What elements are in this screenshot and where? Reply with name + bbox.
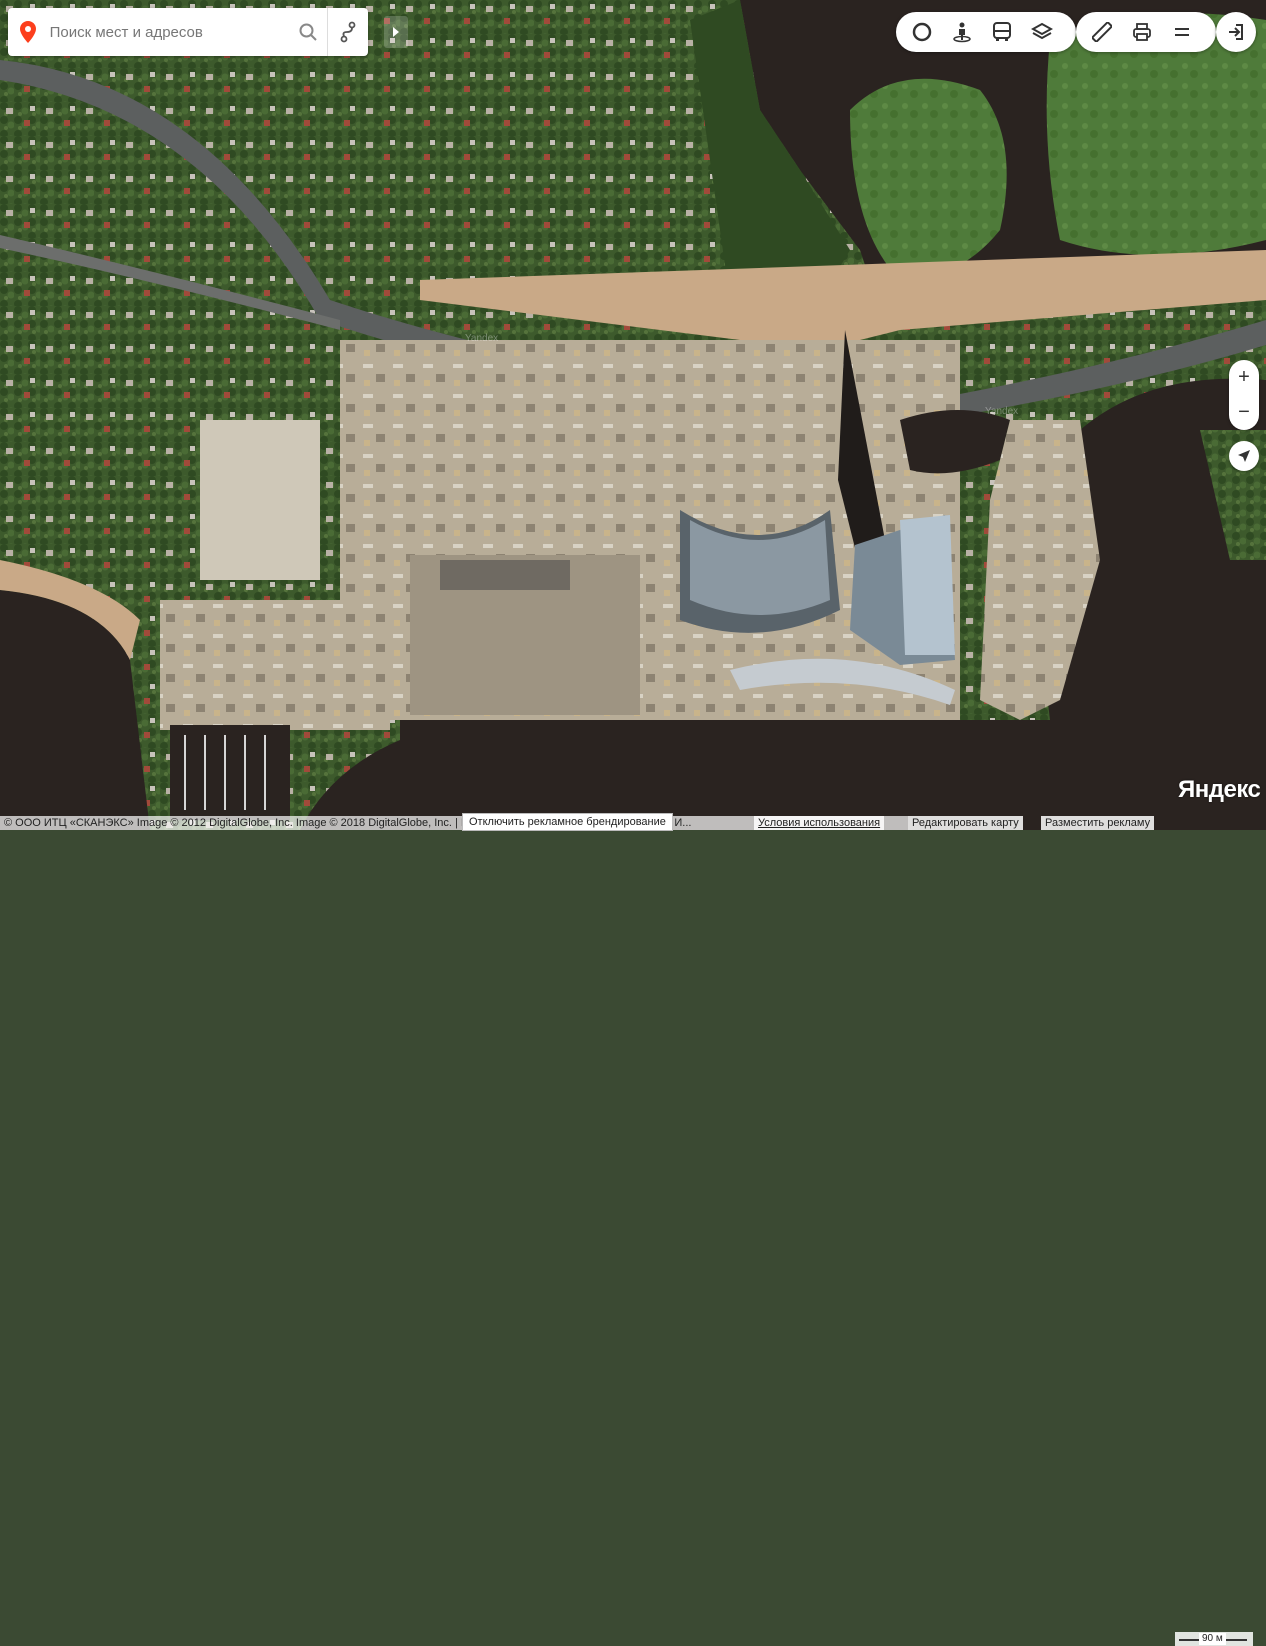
zoom-control: + −: [1229, 360, 1259, 430]
tools-toolbar: [1076, 12, 1216, 52]
geolocation-arrow-icon: [1238, 450, 1250, 462]
disable-branding-button[interactable]: Отключить рекламное брендирование: [462, 813, 673, 831]
menu-icon[interactable]: [1162, 12, 1202, 52]
route-icon[interactable]: [327, 8, 368, 56]
map-watermark: Yandex: [465, 333, 499, 344]
search-icon[interactable]: [288, 8, 328, 56]
edit-map-link[interactable]: Редактировать карту: [908, 816, 1023, 830]
map-layers-toolbar: [896, 12, 1076, 52]
search-input[interactable]: [47, 22, 270, 42]
panorama-person-icon[interactable]: [942, 12, 982, 52]
advertise-link[interactable]: Разместить рекламу: [1041, 816, 1155, 830]
login-icon: [1229, 24, 1243, 40]
satellite-map[interactable]: [0, 0, 1266, 830]
bus-icon[interactable]: [982, 12, 1022, 52]
ruler-icon[interactable]: [1082, 12, 1122, 52]
zoom-out-button[interactable]: −: [1229, 395, 1259, 430]
login-button[interactable]: [1216, 12, 1256, 52]
print-icon[interactable]: [1122, 12, 1162, 52]
layers-icon[interactable]: [1022, 12, 1062, 52]
map-watermark: Yandex: [985, 406, 1019, 417]
geolocation-button[interactable]: [1229, 441, 1259, 471]
terms-link[interactable]: Условия использования: [754, 816, 885, 830]
collapse-arrow-icon[interactable]: [384, 16, 408, 48]
location-pin-icon: [8, 21, 48, 43]
zoom-in-button[interactable]: +: [1229, 360, 1259, 395]
yandex-logo: Яндекс: [1178, 776, 1261, 803]
traffic-circle-icon[interactable]: [902, 12, 942, 52]
scale-bar: 90 м: [1175, 1632, 1253, 1646]
search-panel: [8, 8, 368, 56]
